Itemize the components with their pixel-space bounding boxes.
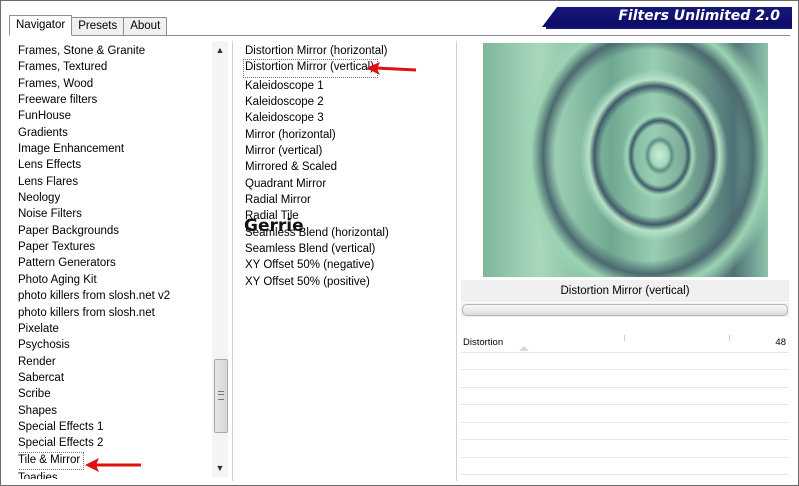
- slider-track[interactable]: [462, 304, 788, 316]
- scroll-up-icon[interactable]: ▲: [212, 42, 228, 58]
- filter-item[interactable]: XY Offset 50% (positive): [245, 274, 445, 290]
- filter-item[interactable]: Quadrant Mirror: [245, 176, 445, 192]
- category-item[interactable]: Psychosis: [18, 337, 210, 353]
- preview-slider[interactable]: [461, 303, 789, 317]
- category-item[interactable]: Paper Textures: [18, 239, 210, 255]
- filter-item[interactable]: Distortion Mirror (horizontal): [245, 43, 445, 59]
- column-divider: [232, 41, 233, 481]
- filter-item[interactable]: Kaleidoscope 3: [245, 110, 445, 126]
- category-item[interactable]: Frames, Stone & Granite: [18, 43, 210, 59]
- parameter-value: 48: [775, 337, 786, 348]
- category-item[interactable]: Sabercat: [18, 370, 210, 386]
- filters-unlimited-window: Filters Unlimited 2.0 Navigator Presets …: [0, 0, 799, 486]
- category-item[interactable]: Paper Backgrounds: [18, 223, 210, 239]
- tab-about[interactable]: About: [123, 17, 168, 35]
- grip-icon: [218, 391, 224, 400]
- preview-image: [483, 43, 768, 277]
- parameter-row[interactable]: Distortion 48: [461, 335, 789, 353]
- category-item[interactable]: photo killers from slosh.net v2: [18, 288, 210, 304]
- category-item[interactable]: Special Effects 1: [18, 419, 210, 435]
- category-item[interactable]: Photo Aging Kit: [18, 272, 210, 288]
- parameter-row-empty: [461, 423, 789, 440]
- category-item[interactable]: Frames, Textured: [18, 59, 210, 75]
- tab-bar: Navigator Presets About: [9, 15, 168, 36]
- filter-item[interactable]: XY Offset 50% (negative): [245, 257, 445, 273]
- category-item[interactable]: Shapes: [18, 403, 210, 419]
- category-item[interactable]: Image Enhancement: [18, 141, 210, 157]
- filter-item[interactable]: Mirrored & Scaled: [245, 159, 445, 175]
- category-item[interactable]: Scribe: [18, 386, 210, 402]
- tab-divider: [9, 35, 790, 36]
- red-pointer-arrow-icon: [366, 62, 417, 75]
- filter-item[interactable]: Mirror (vertical): [245, 143, 445, 159]
- category-item[interactable]: Pattern Generators: [18, 255, 210, 271]
- category-item[interactable]: Special Effects 2: [18, 435, 210, 451]
- category-item[interactable]: Lens Effects: [18, 157, 210, 173]
- category-item[interactable]: Neology: [18, 190, 210, 206]
- category-item[interactable]: Gradients: [18, 125, 210, 141]
- tab-presets[interactable]: Presets: [71, 17, 125, 35]
- scroll-thumb[interactable]: [214, 359, 228, 433]
- parameter-row-empty: [461, 388, 789, 405]
- parameter-row-empty: [461, 353, 789, 370]
- parameter-name: Distortion: [463, 337, 504, 348]
- tab-navigator[interactable]: Navigator: [9, 15, 73, 36]
- preview-filter-name: Distortion Mirror (vertical): [461, 280, 789, 302]
- category-scrollbar[interactable]: ▲ ▼: [212, 41, 228, 477]
- category-item[interactable]: Frames, Wood: [18, 76, 210, 92]
- parameter-row-empty: [461, 405, 789, 423]
- app-title: Filters Unlimited 2.0: [618, 8, 780, 24]
- parameter-row-empty: [461, 458, 789, 475]
- category-item[interactable]: Pixelate: [18, 321, 210, 337]
- watermark-text: Gerrie: [244, 216, 304, 236]
- category-item[interactable]: FunHouse: [18, 108, 210, 124]
- filter-item[interactable]: Distortion Mirror (vertical): [243, 59, 379, 78]
- filter-item[interactable]: Kaleidoscope 1: [245, 78, 445, 94]
- column-divider: [456, 41, 457, 481]
- filter-item[interactable]: Seamless Blend (vertical): [245, 241, 445, 257]
- parameter-row-empty: [461, 440, 789, 458]
- slider-pointer-icon[interactable]: [519, 346, 529, 351]
- parameter-panel: Distortion 48: [461, 335, 789, 475]
- category-item[interactable]: Freeware filters: [18, 92, 210, 108]
- banner-underline: [546, 27, 792, 29]
- category-item[interactable]: Lens Flares: [18, 174, 210, 190]
- category-item[interactable]: Noise Filters: [18, 206, 210, 222]
- parameter-row-empty: [461, 370, 789, 388]
- category-item[interactable]: photo killers from slosh.net: [18, 305, 210, 321]
- filter-item[interactable]: Radial Mirror: [245, 192, 445, 208]
- filter-item[interactable]: Kaleidoscope 2: [245, 94, 445, 110]
- scroll-down-icon[interactable]: ▼: [212, 460, 228, 476]
- category-item[interactable]: Render: [18, 354, 210, 370]
- filter-list: Distortion Mirror (horizontal) Distortion…: [243, 43, 445, 479]
- filter-item[interactable]: Mirror (horizontal): [245, 127, 445, 143]
- category-list: Frames, Stone & Granite Frames, Textured F…: [18, 43, 210, 479]
- red-pointer-arrow-icon: [85, 458, 141, 472]
- category-item[interactable]: Tile & Mirror: [18, 451, 85, 470]
